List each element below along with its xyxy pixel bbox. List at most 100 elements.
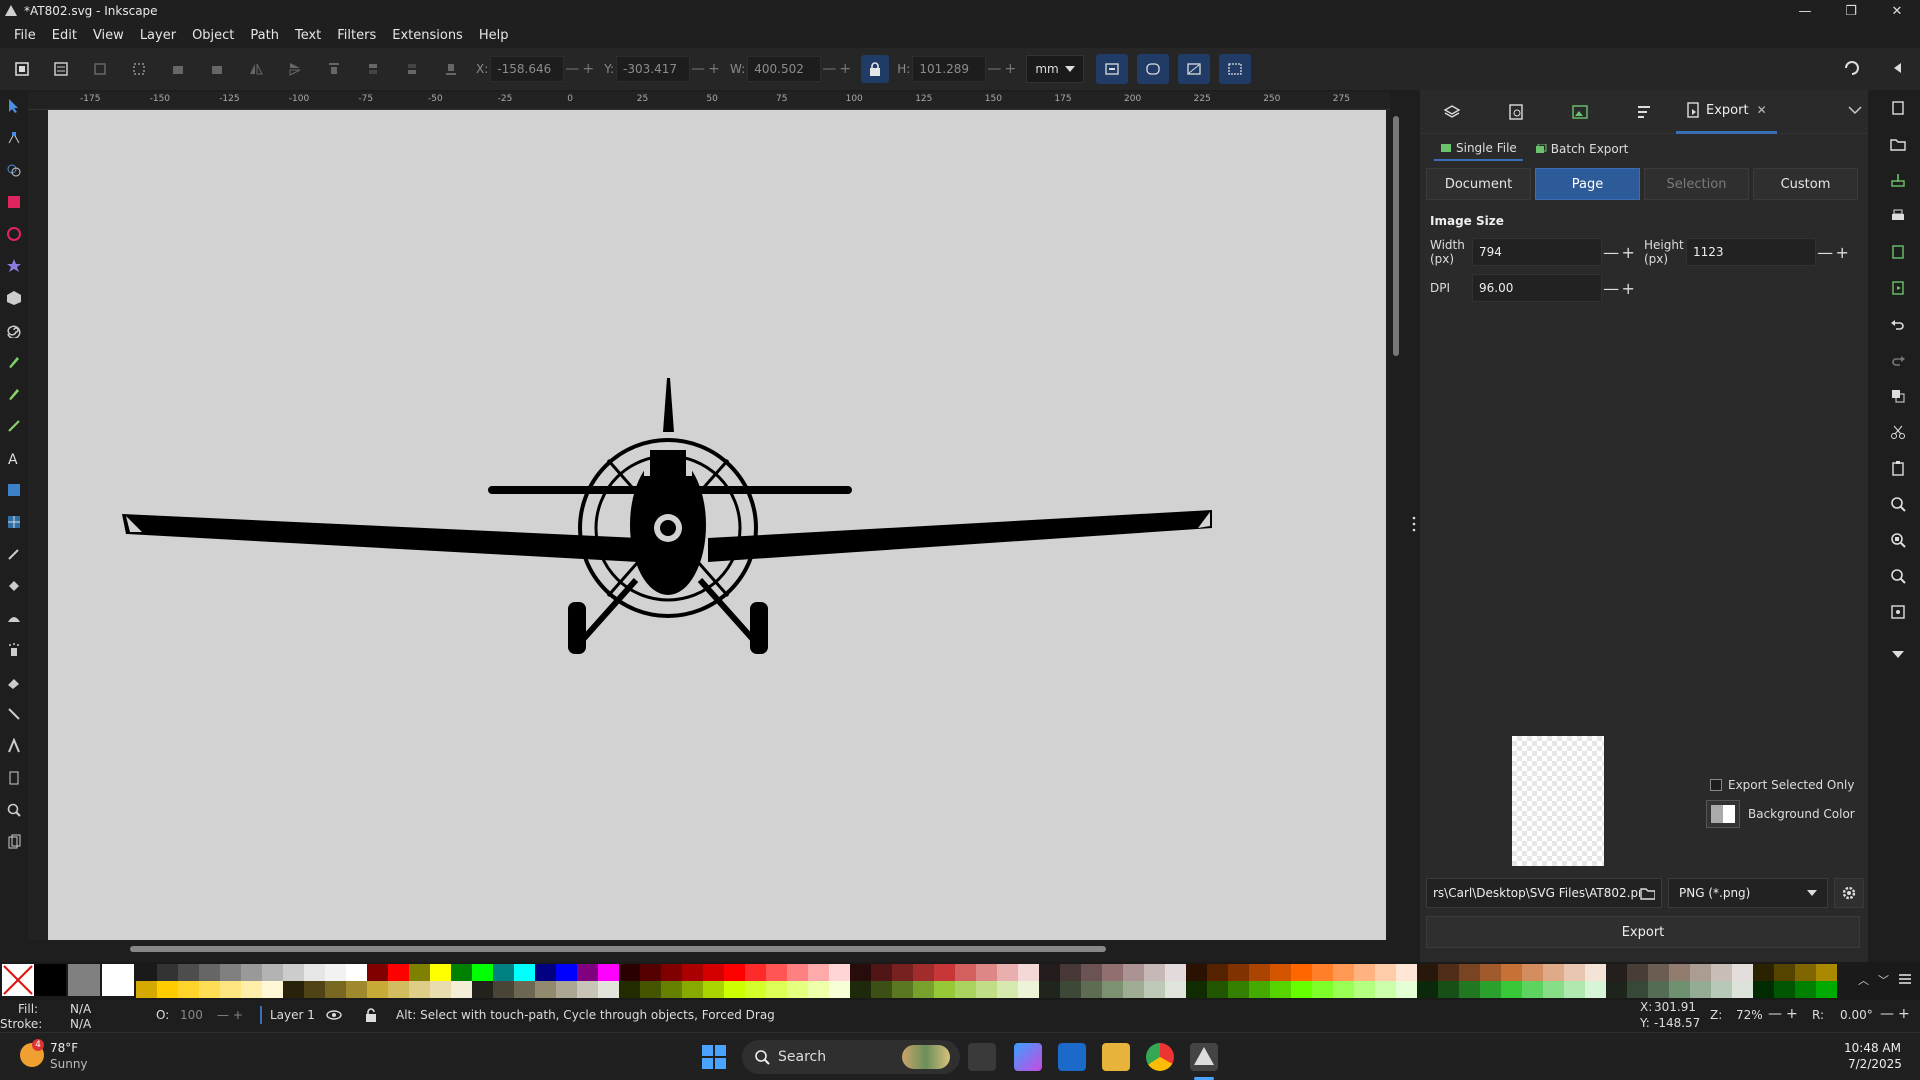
tweak-tool-icon[interactable] [0, 602, 28, 634]
deselect-icon[interactable] [86, 55, 114, 83]
import-icon[interactable] [1876, 234, 1920, 270]
paint-bucket-tool-icon[interactable] [0, 570, 28, 602]
image-tab-icon[interactable] [1548, 90, 1612, 134]
height-increment-button[interactable]: + [1002, 61, 1018, 77]
y-decrement-button[interactable]: — [690, 61, 706, 77]
x-increment-button[interactable]: + [580, 61, 596, 77]
palette-row-top[interactable] [136, 964, 1837, 981]
spray-tool-icon[interactable] [0, 634, 28, 666]
export-height-input[interactable]: 1123 [1686, 238, 1816, 266]
black-swatch[interactable] [34, 964, 66, 996]
calligraphy-tool-icon[interactable] [0, 410, 28, 442]
touch-select-icon[interactable] [125, 55, 153, 83]
export-height-decrement-button[interactable]: — [1817, 243, 1833, 262]
menu-view[interactable]: View [85, 28, 132, 43]
zoom-selection-icon[interactable] [1876, 486, 1920, 522]
area-custom-button[interactable]: Custom [1753, 168, 1858, 200]
x-decrement-button[interactable]: — [564, 61, 580, 77]
zoom-decrement-button[interactable]: — [1768, 1006, 1782, 1022]
open-document-icon[interactable] [1876, 126, 1920, 162]
dock-resize-handle[interactable] [1412, 516, 1416, 532]
single-file-tab[interactable]: Single File [1434, 137, 1523, 161]
selector-tool-icon[interactable] [0, 90, 28, 122]
folder-open-icon[interactable] [1640, 886, 1655, 900]
width-increment-button[interactable]: + [837, 61, 853, 77]
export-selected-only-row[interactable]: Export Selected Only [1710, 778, 1854, 792]
pencil-tool-icon[interactable] [0, 378, 28, 410]
background-color-row[interactable]: Background Color [1706, 800, 1855, 828]
palette-scroll-down-icon[interactable]: ﹀ [1878, 972, 1889, 988]
star-tool-icon[interactable] [0, 250, 28, 282]
dropper-tool-icon[interactable] [0, 538, 28, 570]
rotate-value[interactable]: 0.00° [1840, 1008, 1873, 1022]
more-commands-icon[interactable] [1876, 636, 1920, 672]
mesh-tool-icon[interactable] [0, 506, 28, 538]
task-view-icon[interactable] [968, 1043, 996, 1071]
export-height-increment-button[interactable]: + [1835, 243, 1848, 262]
weather-temp[interactable]: 78°F [50, 1041, 78, 1055]
export-dpi-input[interactable]: 96.00 [1472, 274, 1602, 302]
file-explorer-icon[interactable] [1102, 1043, 1130, 1071]
export-selected-only-checkbox[interactable] [1710, 779, 1722, 791]
menu-object[interactable]: Object [184, 28, 242, 43]
select-all-layers-icon[interactable] [47, 55, 75, 83]
export-width-decrement-button[interactable]: — [1603, 243, 1619, 262]
flip-horizontal-icon[interactable] [242, 55, 270, 83]
export-width-increment-button[interactable]: + [1621, 243, 1634, 262]
lower-icon[interactable] [398, 55, 426, 83]
zoom-tool-icon[interactable] [0, 794, 28, 826]
area-document-button[interactable]: Document [1426, 168, 1531, 200]
y-input[interactable]: -303.417 [616, 56, 691, 82]
flip-vertical-icon[interactable] [281, 55, 309, 83]
export-button[interactable]: Export [1426, 916, 1860, 948]
close-tab-icon[interactable]: ✕ [1757, 103, 1767, 117]
menu-edit[interactable]: Edit [44, 28, 85, 43]
rectangle-tool-icon[interactable] [0, 186, 28, 218]
stroke-value[interactable]: N/A [70, 1017, 91, 1031]
background-color-swatch[interactable] [1706, 800, 1740, 828]
area-page-button[interactable]: Page [1535, 168, 1640, 200]
batch-export-tab[interactable]: Batch Export [1529, 138, 1635, 160]
menu-file[interactable]: File [6, 28, 44, 43]
x-input[interactable]: -158.646 [490, 56, 565, 82]
scale-stroke-button[interactable] [1096, 54, 1129, 84]
weather-desc[interactable]: Sunny [50, 1057, 88, 1071]
clock-time[interactable]: 10:48 AM [1844, 1041, 1901, 1055]
zoom-drawing-icon[interactable] [1876, 522, 1920, 558]
start-windows-icon[interactable] [702, 1045, 726, 1073]
clock-date[interactable]: 7/2/2025 [1848, 1057, 1902, 1071]
inkscape-taskbar-icon[interactable] [1190, 1043, 1218, 1071]
document-properties-tab-icon[interactable] [1484, 90, 1548, 134]
duplicate-icon[interactable] [1876, 378, 1920, 414]
zoom-page-icon[interactable] [1876, 558, 1920, 594]
menu-text[interactable]: Text [287, 28, 329, 43]
minimize-button[interactable]: — [1782, 0, 1828, 22]
gradient-tool-icon[interactable] [0, 474, 28, 506]
lower-to-bottom-icon[interactable] [437, 55, 465, 83]
airplane-drawing[interactable] [48, 110, 1386, 940]
spiral-tool-icon[interactable] [0, 314, 28, 346]
zoom-value[interactable]: 72% [1736, 1008, 1763, 1022]
zoom-increment-button[interactable]: + [1786, 1006, 1798, 1022]
rotate-ccw-icon[interactable] [164, 55, 192, 83]
unit-select[interactable]: mm [1026, 55, 1085, 83]
zoom-center-icon[interactable] [1876, 594, 1920, 630]
raise-to-top-icon[interactable] [320, 55, 348, 83]
select-all-icon[interactable] [8, 55, 36, 83]
paste-icon[interactable] [1876, 450, 1920, 486]
dpi-increment-button[interactable]: + [1621, 279, 1634, 298]
export-tab[interactable]: Export ✕ [1676, 90, 1777, 134]
palette-scroll-up-icon[interactable]: ︿ [1858, 972, 1869, 988]
maximize-button[interactable]: ❐ [1828, 0, 1874, 22]
layers-tab-icon[interactable] [1420, 90, 1484, 134]
close-button[interactable]: ✕ [1874, 0, 1920, 22]
menu-help[interactable]: Help [471, 28, 517, 43]
palette-row-bottom[interactable] [136, 981, 1837, 998]
taskbar-search[interactable]: Search [742, 1040, 960, 1074]
raise-icon[interactable] [359, 55, 387, 83]
white-swatch[interactable] [102, 964, 134, 996]
export-icon[interactable] [1876, 270, 1920, 306]
commands-toggle-icon[interactable] [1888, 58, 1908, 80]
ellipse-tool-icon[interactable] [0, 218, 28, 250]
cut-icon[interactable] [1876, 414, 1920, 450]
